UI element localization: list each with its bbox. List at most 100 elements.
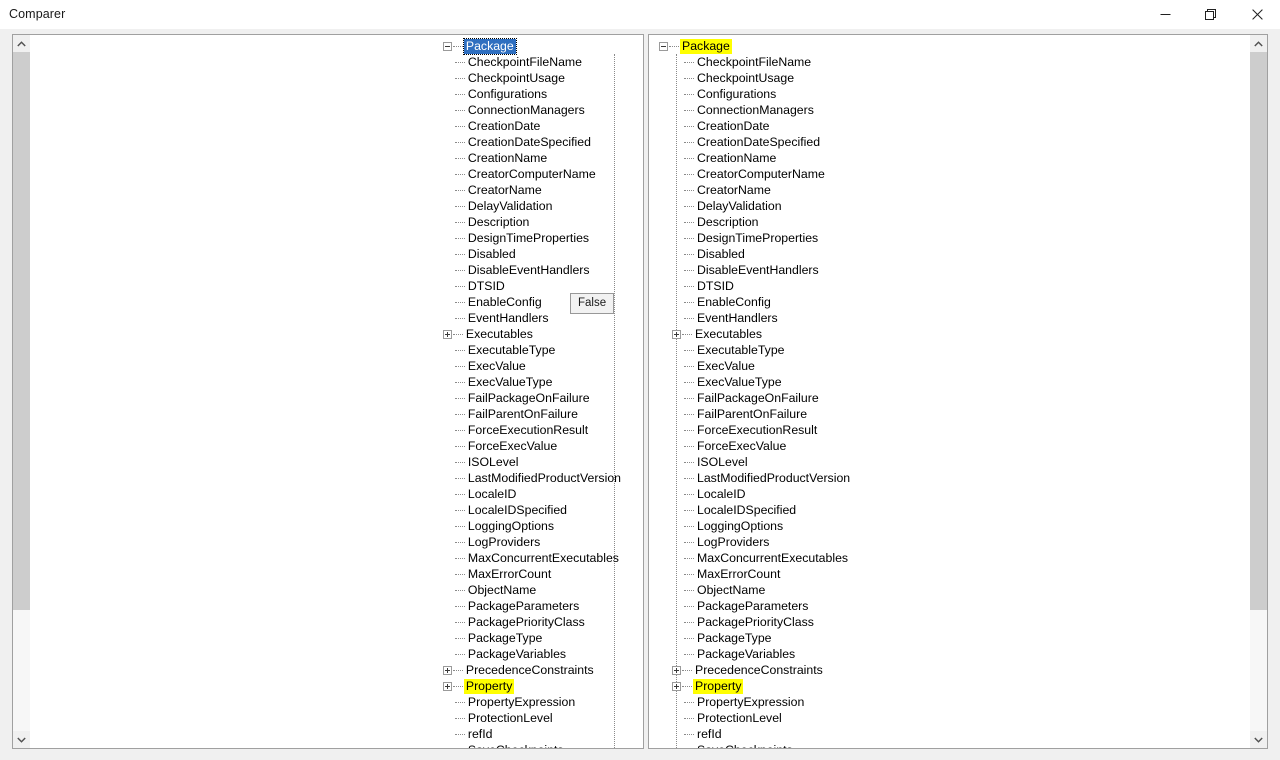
right-tree[interactable]: Package CheckpointFileName CheckpointUsage… — [659, 38, 852, 749]
tree-node[interactable]: ForceExecutionResult — [659, 422, 852, 438]
tree-node[interactable]: PackageParameters — [443, 598, 623, 614]
tree-node[interactable]: PackageVariables — [443, 646, 623, 662]
tree-node[interactable]: PrecedenceConstraints — [659, 662, 852, 678]
tree-node[interactable]: PackageParameters — [659, 598, 852, 614]
tree-node[interactable]: CreatorName — [659, 182, 852, 198]
tree-node[interactable]: CreatorComputerName — [443, 166, 623, 182]
tree-node[interactable]: LocaleID — [443, 486, 623, 502]
tree-node[interactable]: Executables — [659, 326, 852, 342]
tree-node[interactable]: Description — [443, 214, 623, 230]
left-tree[interactable]: Package CheckpointFileName CheckpointUsage… — [442, 37, 623, 749]
tree-node[interactable]: FailPackageOnFailure — [659, 390, 852, 406]
tree-node[interactable]: CreationName — [443, 150, 623, 166]
tree-node[interactable]: PrecedenceConstraints — [442, 662, 623, 678]
tree-node[interactable]: DelayValidation — [659, 198, 852, 214]
tree-node[interactable]: DTSID — [443, 278, 623, 294]
tree-node[interactable]: LoggingOptions — [659, 518, 852, 534]
tree-node[interactable]: PackageType — [443, 630, 623, 646]
tree-node[interactable]: FailParentOnFailure — [659, 406, 852, 422]
tree-node[interactable]: CheckpointFileName — [443, 54, 623, 70]
scroll-down-arrow-left[interactable] — [13, 731, 30, 748]
tree-node[interactable]: refId — [659, 726, 852, 742]
tree-node[interactable]: Configurations — [659, 86, 852, 102]
tree-node[interactable]: PackageType — [659, 630, 852, 646]
tree-node[interactable]: ProtectionLevel — [443, 710, 623, 726]
scroll-track-left[interactable] — [13, 52, 30, 731]
tree-node[interactable]: Executables — [442, 326, 623, 342]
tree-node[interactable]: MaxErrorCount — [659, 566, 852, 582]
restore-button[interactable] — [1188, 0, 1234, 29]
right-vertical-scrollbar[interactable] — [1250, 35, 1267, 748]
expand-property[interactable] — [672, 681, 681, 691]
expand-executables[interactable] — [442, 329, 452, 339]
tree-node[interactable]: CreationName — [659, 150, 852, 166]
tree-node[interactable]: CreatorComputerName — [659, 166, 852, 182]
tree-node[interactable]: Disabled — [443, 246, 623, 262]
tree-node[interactable]: FailParentOnFailure — [443, 406, 623, 422]
tree-node[interactable]: LogProviders — [659, 534, 852, 550]
right-tree-panel[interactable]: Package CheckpointFileName CheckpointUsage… — [648, 34, 1268, 749]
tree-node[interactable]: ExecValue — [659, 358, 852, 374]
minimize-button[interactable] — [1142, 0, 1188, 29]
tree-node[interactable]: PackagePriorityClass — [659, 614, 852, 630]
tree-node[interactable]: LocaleIDSpecified — [659, 502, 852, 518]
scroll-track-right[interactable] — [1250, 52, 1267, 731]
tree-node-root[interactable]: Package — [659, 38, 852, 54]
tree-node[interactable]: CheckpointUsage — [659, 70, 852, 86]
tree-node[interactable]: PropertyExpression — [659, 694, 852, 710]
expand-executables[interactable] — [672, 329, 681, 339]
tree-node[interactable]: DisableEventHandlers — [443, 262, 623, 278]
tree-node-root[interactable]: Package — [442, 37, 623, 55]
tree-node[interactable]: DesignTimeProperties — [443, 230, 623, 246]
tree-node[interactable]: CheckpointFileName — [659, 54, 852, 70]
tree-node[interactable]: FailPackageOnFailure — [443, 390, 623, 406]
tree-node[interactable]: LastModifiedProductVersion — [659, 470, 852, 486]
tree-node[interactable]: CreationDateSpecified — [659, 134, 852, 150]
tree-node[interactable]: CreatorName — [443, 182, 623, 198]
tree-node[interactable]: ObjectName — [659, 582, 852, 598]
tree-node[interactable]: DTSID — [659, 278, 852, 294]
tree-node[interactable]: LocaleID — [659, 486, 852, 502]
left-vertical-scrollbar[interactable] — [13, 35, 30, 748]
scroll-up-arrow-left[interactable] — [13, 35, 30, 52]
tree-node[interactable]: Property — [442, 678, 623, 694]
tree-node[interactable]: ObjectName — [443, 582, 623, 598]
tree-node[interactable]: ConnectionManagers — [443, 102, 623, 118]
tree-node[interactable]: SaveCheckpoints — [443, 742, 623, 749]
tree-node[interactable]: DelayValidation — [443, 198, 623, 214]
tree-node[interactable]: refId — [443, 726, 623, 742]
tree-node[interactable]: CreationDate — [443, 118, 623, 134]
tree-node[interactable]: DesignTimeProperties — [659, 230, 852, 246]
tree-node[interactable]: ProtectionLevel — [659, 710, 852, 726]
expand-precedenceconstraints[interactable] — [672, 665, 681, 675]
tree-node[interactable]: ForceExecValue — [443, 438, 623, 454]
scroll-up-arrow-right[interactable] — [1250, 35, 1267, 52]
tree-node[interactable]: PackagePriorityClass — [443, 614, 623, 630]
tree-node[interactable]: LoggingOptions — [443, 518, 623, 534]
tree-node[interactable]: ExecValueType — [659, 374, 852, 390]
tree-node[interactable]: DisableEventHandlers — [659, 262, 852, 278]
tree-node[interactable]: ForceExecutionResult — [443, 422, 623, 438]
tree-node[interactable]: Configurations — [443, 86, 623, 102]
expand-property[interactable] — [442, 681, 452, 691]
tree-node[interactable]: Description — [659, 214, 852, 230]
tree-node[interactable]: CreationDate — [659, 118, 852, 134]
scroll-thumb-left[interactable] — [13, 52, 30, 611]
tree-node[interactable]: EventHandlers — [659, 310, 852, 326]
tree-node[interactable]: ConnectionManagers — [659, 102, 852, 118]
tree-node[interactable]: CheckpointUsage — [443, 70, 623, 86]
tree-node[interactable]: PackageVariables — [659, 646, 852, 662]
tree-node[interactable]: PropertyExpression — [443, 694, 623, 710]
tree-node[interactable]: Disabled — [659, 246, 852, 262]
tree-node[interactable]: LogProviders — [443, 534, 623, 550]
tree-node[interactable]: MaxErrorCount — [443, 566, 623, 582]
tree-node[interactable]: ISOLevel — [659, 454, 852, 470]
tree-node[interactable]: SaveCheckpoints — [659, 742, 852, 749]
tree-node[interactable]: EnableConfig — [659, 294, 852, 310]
close-button[interactable] — [1234, 0, 1280, 29]
scroll-thumb-right[interactable] — [1250, 52, 1267, 611]
collapse-root[interactable] — [659, 41, 668, 51]
tree-node[interactable]: ISOLevel — [443, 454, 623, 470]
tree-node[interactable]: ExecValueType — [443, 374, 623, 390]
tree-node[interactable]: MaxConcurrentExecutables — [659, 550, 852, 566]
